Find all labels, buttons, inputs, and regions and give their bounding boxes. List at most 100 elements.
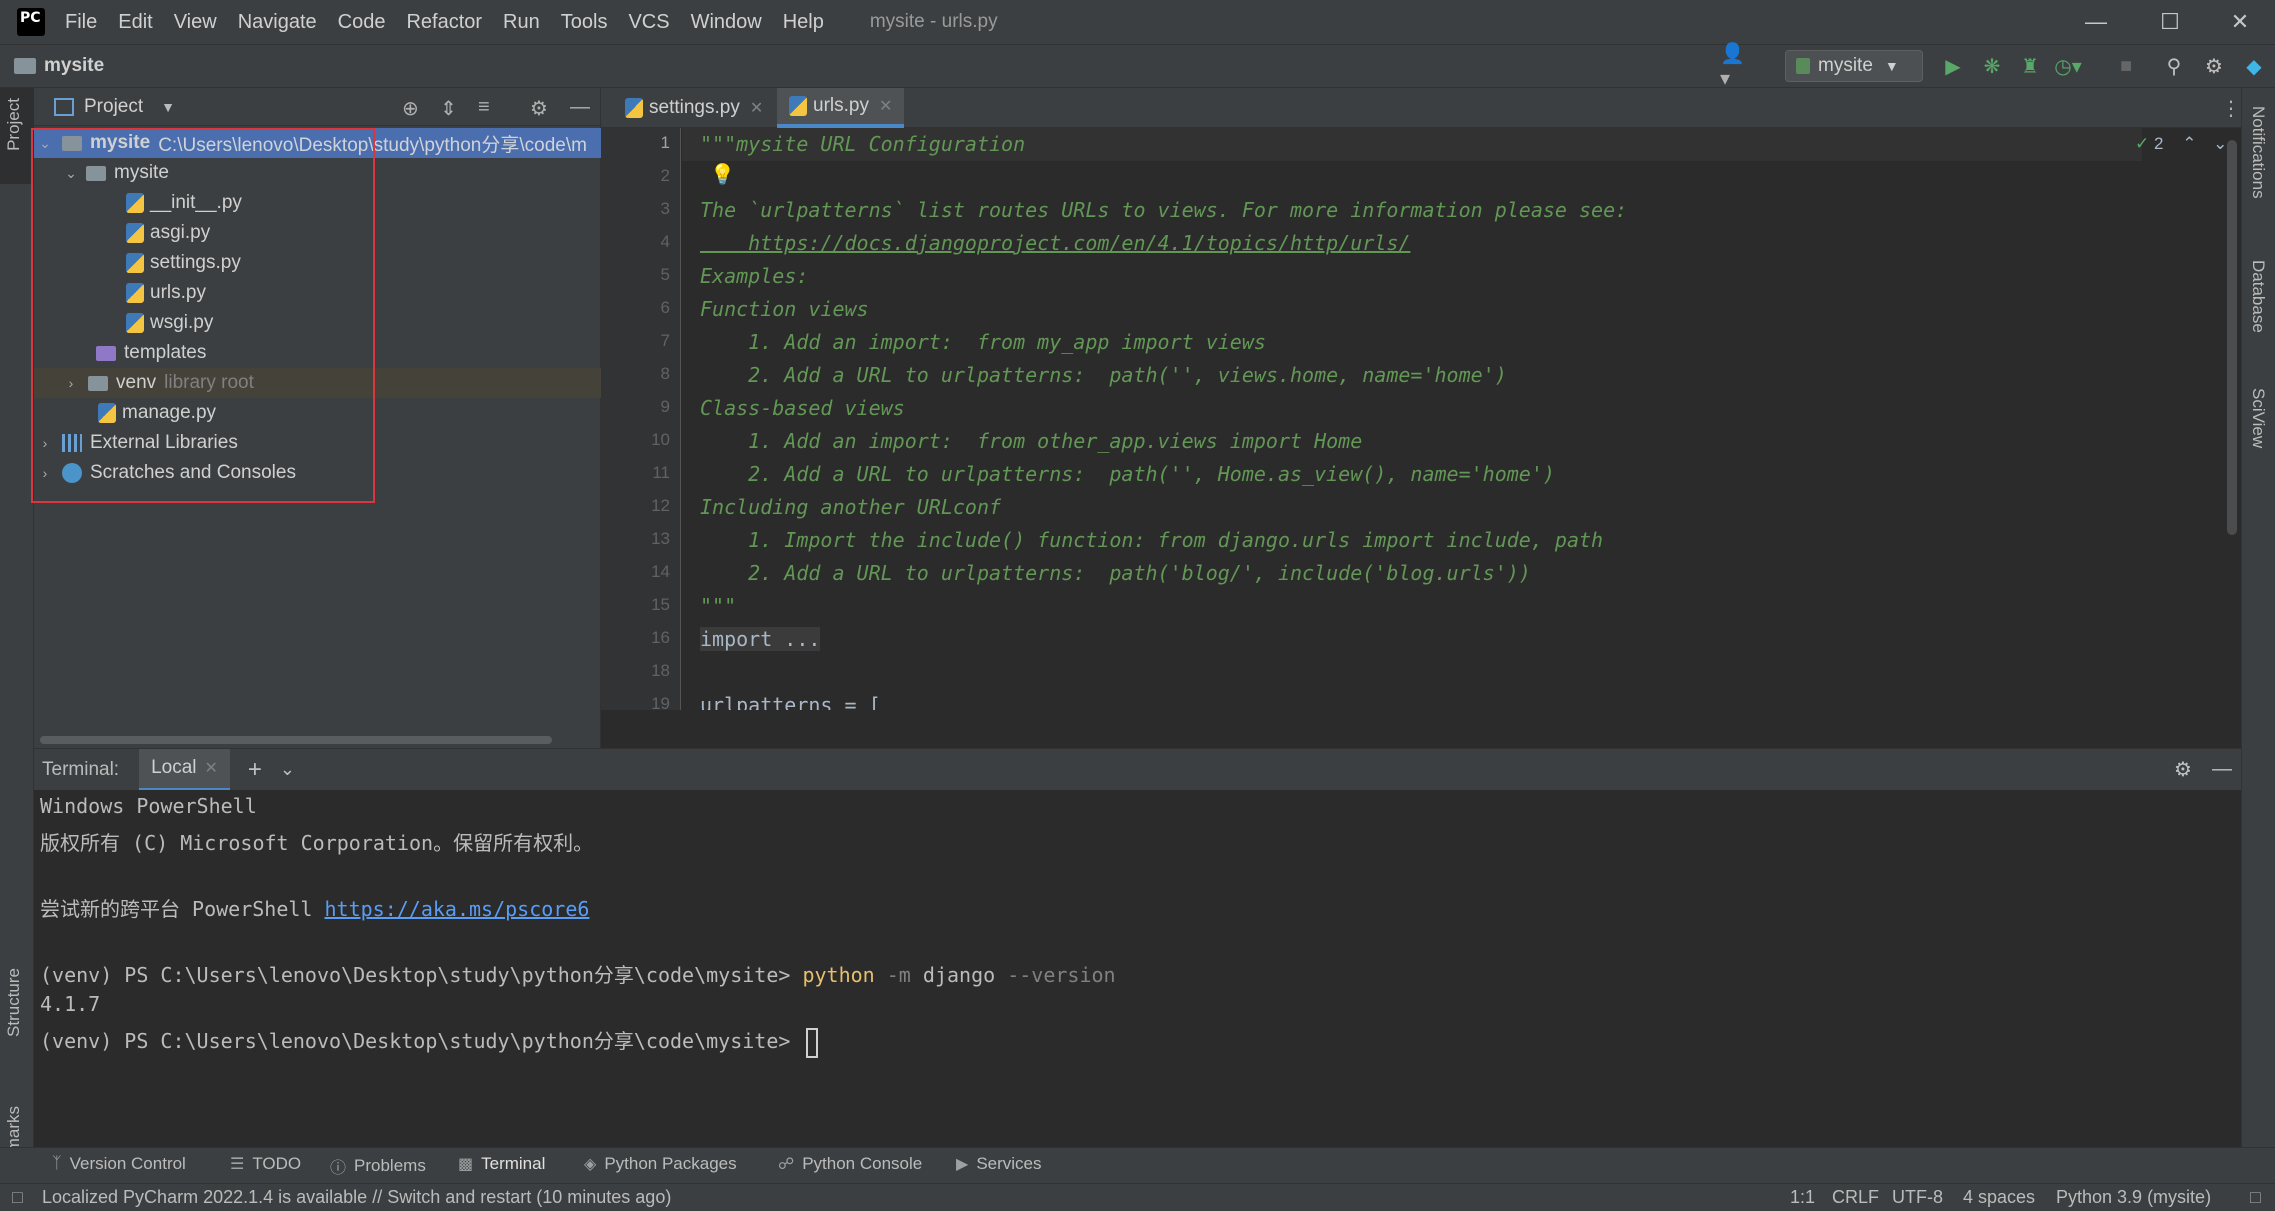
caret-position[interactable]: 1:1 [1790, 1187, 1815, 1208]
tool-python-packages[interactable]: ◈ Python Packages [584, 1154, 737, 1174]
python-interpreter[interactable]: Python 3.9 (mysite) [2056, 1187, 2211, 1208]
add-tab-icon[interactable]: + [248, 756, 262, 784]
terminal-input-line[interactable]: (venv) PS C:\Users\lenovo\Desktop\study\… [40, 1025, 819, 1058]
more-options-icon[interactable]: ⋮ [2221, 96, 2241, 121]
maximize-icon[interactable]: ☐ [2137, 0, 2203, 44]
lightbulb-icon[interactable]: 💡 [710, 162, 735, 186]
close-window-icon[interactable]: ✕ [2207, 0, 2273, 44]
terminal-line: Windows PowerShell [40, 794, 257, 818]
close-icon[interactable]: ✕ [750, 98, 763, 118]
tool-label: Services [976, 1154, 1042, 1173]
horizontal-scrollbar[interactable] [40, 736, 552, 744]
tool-services[interactable]: ▶ Services [956, 1154, 1042, 1174]
highlight-annotation-box [31, 128, 375, 503]
inspection-count: 2 [2153, 134, 2164, 153]
file-encoding[interactable]: UTF-8 [1892, 1187, 1943, 1208]
code-line: The `urlpatterns` list routes URLs to vi… [700, 198, 1628, 222]
search-icon[interactable]: ⚲ [2160, 52, 2188, 80]
coverage-icon[interactable]: ♜ [2016, 52, 2044, 80]
menu-code[interactable]: Code [338, 11, 386, 34]
stripe-tab-project[interactable]: Project [4, 98, 24, 151]
close-icon[interactable]: ✕ [205, 758, 218, 778]
hide-panel-icon[interactable]: — [570, 96, 590, 119]
stripe-tab-structure[interactable]: Structure [4, 968, 24, 1037]
debug-icon[interactable]: ❋ [1978, 52, 2006, 80]
locate-target-icon[interactable]: ⊕ [402, 96, 419, 121]
breadcrumb-project[interactable]: mysite [44, 55, 104, 77]
menu-run[interactable]: Run [503, 11, 540, 34]
code-line: 1. Add an import: from my_app import vie… [700, 330, 1266, 354]
menu-navigate[interactable]: Navigate [238, 11, 317, 34]
minimize-icon[interactable]: — [2063, 0, 2129, 44]
code-line-link[interactable]: https://docs.djangoproject.com/en/4.1/to… [700, 231, 1410, 255]
tab-urls-py[interactable]: urls.py ✕ [777, 88, 905, 128]
line-number: 3 [660, 199, 670, 218]
menu-refactor[interactable]: Refactor [406, 11, 482, 34]
line-number: 13 [651, 529, 670, 548]
editor-vertical-scrollbar[interactable] [2227, 140, 2237, 535]
close-icon[interactable]: ✕ [879, 96, 892, 116]
services-play-icon: ▶ [956, 1156, 969, 1173]
list-icon: ☰ [230, 1156, 245, 1173]
menu-bar: PC File Edit View Navigate Code Refactor… [0, 0, 2275, 44]
navigation-bar: mysite [0, 44, 2275, 88]
tab-settings-py[interactable]: settings.py ✕ [613, 88, 775, 128]
settings-gear-icon[interactable]: ⚙ [2174, 757, 2192, 782]
line-number: 1 [660, 133, 670, 152]
tool-label: Problems [354, 1156, 426, 1175]
chevron-down-icon[interactable]: ⌄ [2213, 134, 2227, 153]
run-icon[interactable]: ▶ [1939, 52, 1967, 80]
tool-version-control[interactable]: ᛉ Version Control [52, 1154, 186, 1174]
python-icon: ☍ [778, 1156, 795, 1173]
menu-vcs[interactable]: VCS [628, 11, 669, 34]
terminal-output[interactable]: Windows PowerShell 版权所有 (C) Microsoft Co… [34, 790, 2241, 1147]
inspection-widget[interactable]: ✓ 2 ⌃ ⌄ [2135, 134, 2227, 154]
packages-icon: ◈ [584, 1156, 597, 1173]
menu-help[interactable]: Help [783, 11, 824, 34]
run-configuration-select[interactable]: mysite ▼ [1785, 50, 1923, 82]
folded-imports[interactable]: import ... [700, 627, 821, 651]
indent-setting[interactable]: 4 spaces [1963, 1187, 2035, 1208]
line-number: 7 [660, 331, 670, 350]
status-message[interactable]: Localized PyCharm 2022.1.4 is available … [42, 1187, 671, 1208]
tool-window-bar: ᛉ Version Control ☰ TODO ⓘ Problems ▩ Termin… [0, 1147, 2275, 1183]
hide-panel-icon[interactable]: — [2212, 758, 2232, 781]
chevron-down-icon[interactable]: ⌄ [280, 759, 295, 780]
project-view-title[interactable]: Project [84, 96, 143, 118]
code-editor[interactable]: 💡 """mysite URL Configuration The `urlpa… [682, 128, 2142, 710]
tool-python-console[interactable]: ☍ Python Console [778, 1154, 922, 1174]
terminal-text: 尝试新的跨平台 PowerShell [40, 897, 325, 921]
line-separator[interactable]: CRLF [1832, 1187, 1879, 1208]
profile-icon[interactable]: ◷▾ [2054, 52, 2082, 80]
code-line: Class-based views [700, 396, 905, 420]
lock-icon[interactable]: □ [2250, 1187, 2261, 1208]
stripe-tab-sciview[interactable]: SciView [2248, 388, 2268, 448]
jetbrains-toolbox-icon[interactable]: ◆ [2240, 52, 2268, 80]
settings-gear-icon[interactable]: ⚙ [2200, 52, 2228, 80]
menu-edit[interactable]: Edit [118, 11, 152, 34]
tab-label: urls.py [813, 95, 869, 116]
terminal-tab-local[interactable]: Local ✕ [139, 748, 230, 791]
options-gear-icon[interactable]: ⚙ [530, 96, 548, 121]
menu-file[interactable]: File [65, 11, 97, 34]
user-account-icon[interactable]: 👤▾ [1720, 43, 1748, 90]
menu-tools[interactable]: Tools [561, 11, 608, 34]
terminal-link[interactable]: https://aka.ms/pscore6 [325, 897, 590, 921]
collapse-all-icon[interactable]: ≡ [478, 96, 490, 119]
expand-all-icon[interactable]: ⇕ [440, 96, 457, 121]
tool-problems[interactable]: ⓘ Problems [330, 1154, 426, 1178]
line-number: 5 [660, 265, 670, 284]
menu-view[interactable]: View [174, 11, 217, 34]
django-config-icon [1796, 58, 1810, 74]
code-line: """mysite URL Configuration [700, 132, 1026, 156]
command-python: python [802, 963, 875, 987]
stripe-tab-notifications[interactable]: Notifications [2248, 106, 2268, 199]
chevron-down-icon[interactable]: ▼ [161, 99, 175, 115]
stop-icon[interactable]: ■ [2112, 52, 2140, 80]
tool-todo[interactable]: ☰ TODO [230, 1154, 301, 1174]
tool-terminal[interactable]: ▩ Terminal [458, 1154, 545, 1174]
chevron-up-icon[interactable]: ⌃ [2182, 134, 2196, 153]
menu-window[interactable]: Window [691, 11, 762, 34]
status-message-icon[interactable]: □ [12, 1187, 23, 1208]
stripe-tab-database[interactable]: Database [2248, 260, 2268, 333]
